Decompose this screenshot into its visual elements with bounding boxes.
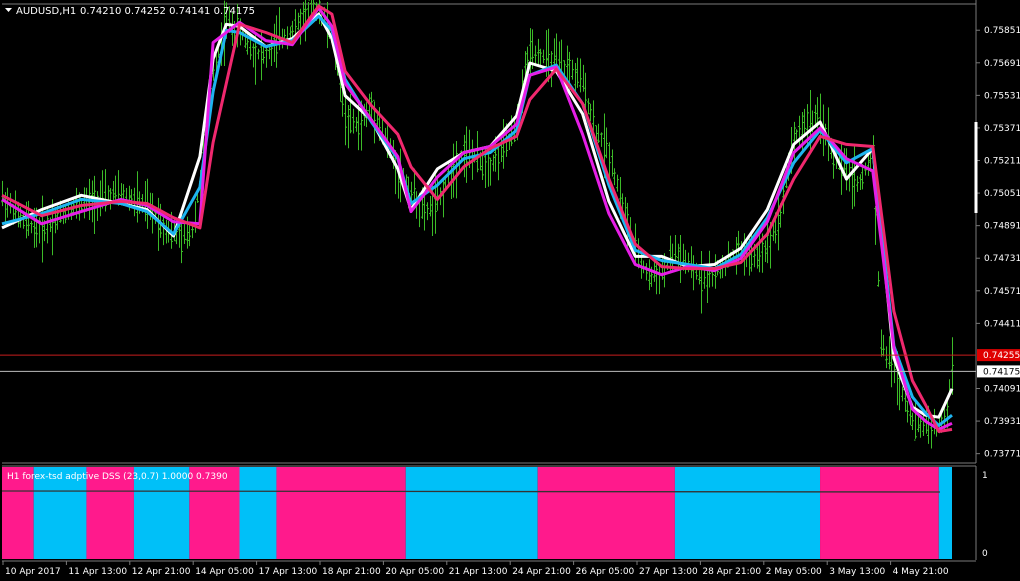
- price-chart[interactable]: 0.75851 0.75691 0.75531 0.75371 0.75211 0.750…: [0, 0, 1020, 581]
- time-label: 11 Apr 13:00: [68, 567, 127, 577]
- price-tick-label: 0.75211: [984, 157, 1020, 167]
- indicator-segment-blue: [239, 467, 277, 559]
- price-tick-label: 0.75371: [984, 124, 1020, 134]
- time-label: 14 Apr 05:00: [195, 567, 254, 577]
- time-label: 17 Apr 13:00: [259, 567, 318, 577]
- time-label: 24 Apr 21:00: [512, 567, 571, 577]
- price-tick-label: 0.74731: [984, 254, 1020, 264]
- price-tick-label: 0.74091: [984, 385, 1020, 395]
- indicator-scale-top: 1: [982, 471, 988, 481]
- indicator-segment-pink: [820, 467, 939, 559]
- time-label: 27 Apr 13:00: [639, 567, 698, 577]
- time-label: 28 Apr 21:00: [702, 567, 761, 577]
- indicator-segment-blue: [405, 467, 538, 559]
- indicator-segment-blue: [674, 467, 821, 559]
- price-tick-label: 0.75691: [984, 59, 1020, 69]
- indicator-segment-blue: [938, 467, 952, 559]
- chart-header: AUDUSD,H1 0.74210 0.74252 0.74141 0.7417…: [5, 6, 255, 17]
- time-label: 4 May 21:00: [893, 567, 949, 577]
- time-label: 10 Apr 2017: [5, 567, 61, 577]
- svg-text:0.74255: 0.74255: [983, 351, 1020, 361]
- price-tick-label: 0.75851: [984, 26, 1020, 36]
- time-label: 18 Apr 21:00: [322, 567, 381, 577]
- ohlc-values: 0.74210 0.74252 0.74141 0.74175: [80, 6, 255, 17]
- price-tick-label: 0.73931: [984, 417, 1020, 427]
- ask-price-marker: 0.74255: [977, 349, 1020, 362]
- time-label: 26 Apr 05:00: [576, 567, 635, 577]
- indicator-scale-bottom: 0: [982, 549, 988, 559]
- time-label: 21 Apr 13:00: [449, 567, 508, 577]
- price-tick-label: 0.73771: [984, 450, 1020, 460]
- svg-text:0.74175: 0.74175: [983, 367, 1020, 377]
- indicator-segment-pink: [276, 467, 406, 559]
- symbol-label: AUDUSD,H1: [16, 6, 76, 17]
- time-label: 12 Apr 21:00: [132, 567, 191, 577]
- price-tick-label: 0.75051: [984, 189, 1020, 199]
- bid-price-marker: 0.74175: [977, 365, 1020, 378]
- indicator-panel[interactable]: H1 forex-tsd adptive DSS (23,0.7) 1.0000…: [1, 465, 988, 560]
- price-tick-label: 0.75531: [984, 91, 1020, 101]
- time-label: 2 May 05:00: [766, 567, 822, 577]
- indicator-segment-pink: [537, 467, 675, 559]
- price-tick-label: 0.74891: [984, 222, 1020, 232]
- time-label: 3 May 13:00: [829, 567, 885, 577]
- price-tick-label: 0.74571: [984, 287, 1020, 297]
- time-label: 20 Apr 05:00: [385, 567, 444, 577]
- price-tick-label: 0.74411: [984, 319, 1020, 329]
- indicator-title: H1 forex-tsd adptive DSS (23,0.7) 1.0000…: [7, 472, 228, 482]
